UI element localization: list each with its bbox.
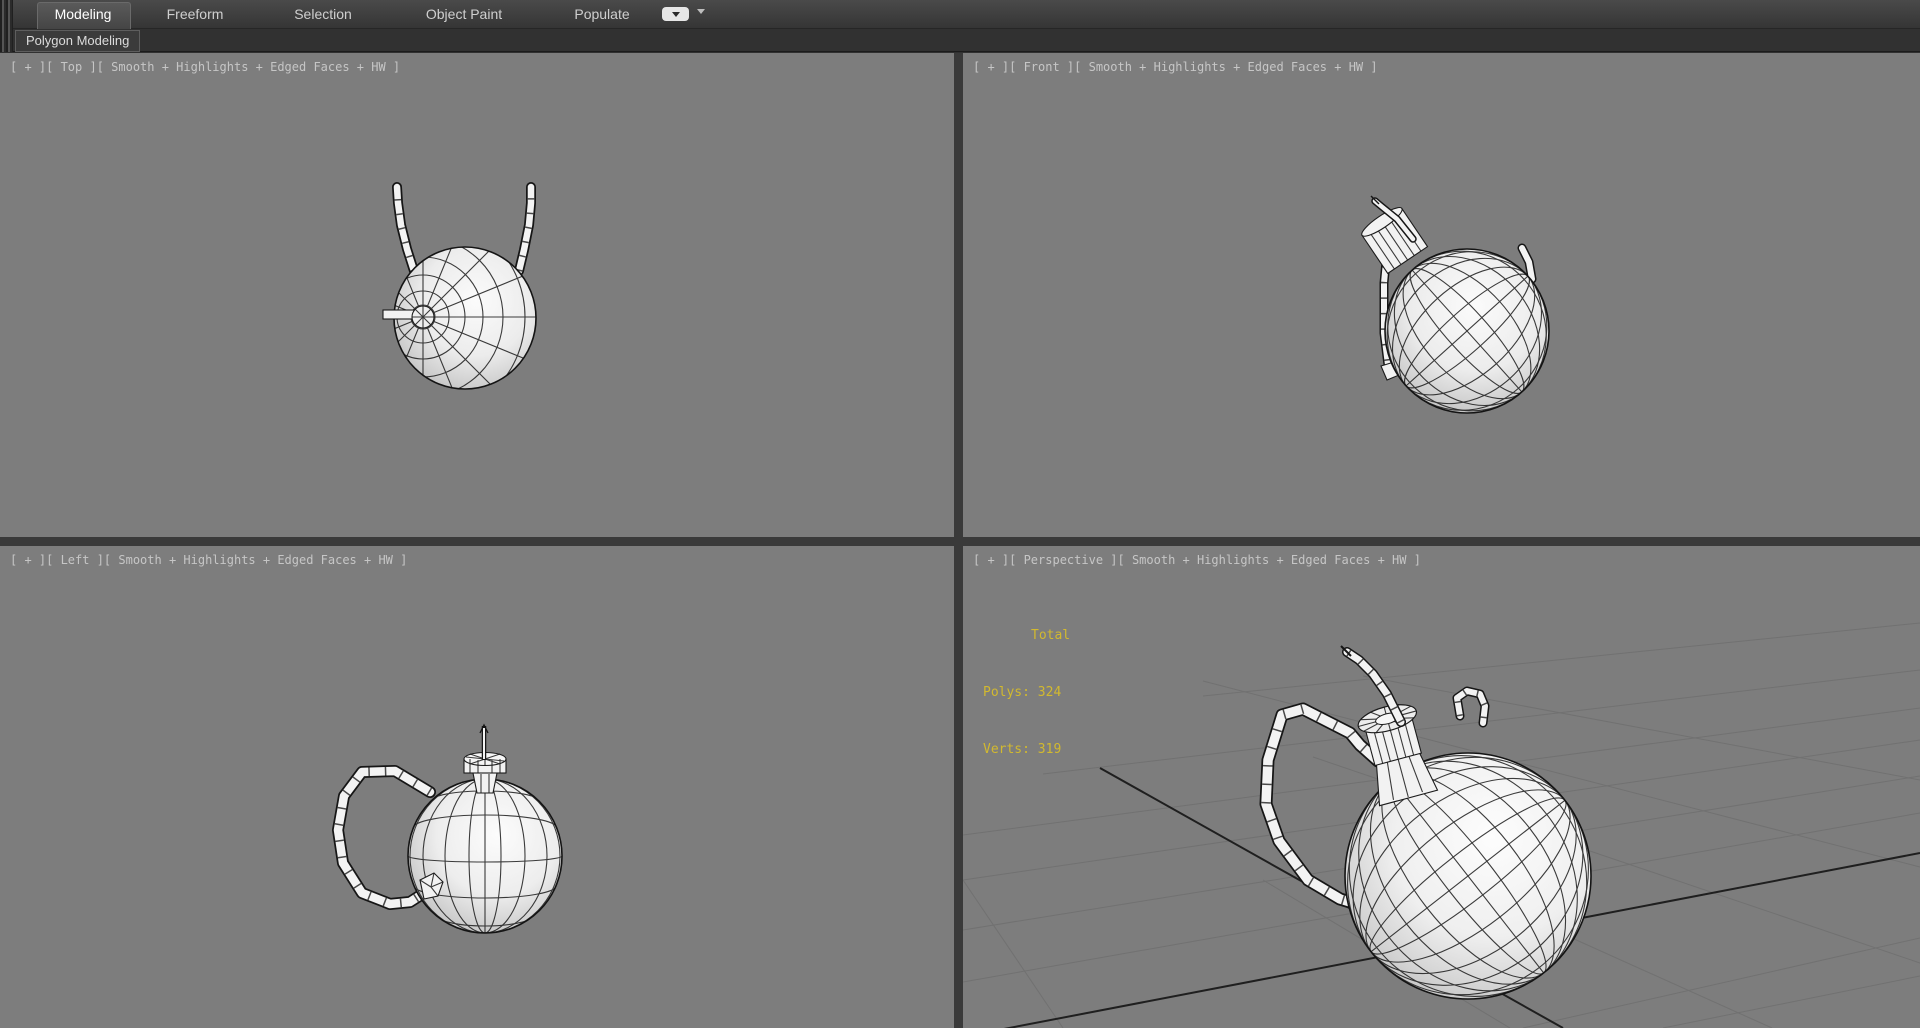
tab-selection[interactable]: Selection — [294, 0, 352, 28]
stats-header: Total — [1031, 628, 1071, 643]
viewport-menu-general[interactable]: [ + ] — [10, 553, 46, 567]
viewport-perspective[interactable]: [ + ][ Perspective ][ Smooth + Highlight… — [963, 546, 1920, 1028]
viewport-label: [ + ][ Top ][ Smooth + Highlights + Edge… — [10, 60, 400, 74]
viewport-menu-pov[interactable]: [ Top ] — [46, 60, 97, 74]
viewport-menu-general[interactable]: [ + ] — [973, 553, 1009, 567]
handle-bracket — [1452, 686, 1490, 728]
teapot-model-left-view[interactable] — [0, 546, 954, 1028]
stats-polys-value: 324 — [1037, 685, 1062, 700]
tab-populate[interactable]: Populate — [574, 0, 629, 28]
application-window: Modeling Freeform Selection Object Paint… — [0, 0, 1920, 1028]
viewport-label: [ + ][ Perspective ][ Smooth + Highlight… — [973, 553, 1421, 567]
minimize-ribbon-icon[interactable] — [662, 7, 689, 21]
viewport-menu-shading[interactable]: [ Smooth + Highlights + Edged Faces + HW… — [104, 553, 407, 567]
teapot-model-top-view[interactable] — [0, 53, 954, 537]
viewport-menu-shading[interactable]: [ Smooth + Highlights + Edged Faces + HW… — [97, 60, 400, 74]
viewport-front[interactable]: [ + ][ Front ][ Smooth + Highlights + Ed… — [963, 53, 1920, 537]
ribbon-tab-row: Modeling Freeform Selection Object Paint… — [0, 0, 1920, 29]
viewport-menu-pov[interactable]: [ Perspective ] — [1009, 553, 1117, 567]
stats-polys-label: Polys: — [983, 685, 1030, 700]
ribbon: Modeling Freeform Selection Object Paint… — [0, 0, 1920, 53]
panel-tab-polygon-modeling[interactable]: Polygon Modeling — [15, 30, 141, 52]
tab-modeling[interactable]: Modeling — [55, 0, 112, 28]
tab-freeform[interactable]: Freeform — [167, 0, 224, 28]
viewport-menu-pov[interactable]: [ Left ] — [46, 553, 104, 567]
viewport-top[interactable]: [ + ][ Top ][ Smooth + Highlights + Edge… — [0, 53, 954, 537]
stats-verts-label: Verts: — [983, 742, 1030, 757]
ribbon-panel-row: Polygon Modeling — [0, 29, 1920, 52]
viewport-left[interactable]: [ + ][ Left ][ Smooth + Highlights + Edg… — [0, 546, 954, 1028]
viewport-label: [ + ][ Left ][ Smooth + Highlights + Edg… — [10, 553, 407, 567]
viewport-menu-pov[interactable]: [ Front ] — [1009, 60, 1074, 74]
polygon-statistics: Total Polys: 324 Verts: 319 — [983, 588, 1070, 797]
teapot-model-front-view[interactable] — [963, 53, 1920, 537]
teapot-model-perspective-view[interactable] — [963, 546, 1920, 1028]
dropdown-caret-icon[interactable] — [697, 9, 705, 14]
viewport-menu-general[interactable]: [ + ] — [10, 60, 46, 74]
stats-verts-value: 319 — [1037, 742, 1062, 757]
tab-object-paint[interactable]: Object Paint — [426, 0, 502, 28]
viewport-menu-shading[interactable]: [ Smooth + Highlights + Edged Faces + HW… — [1074, 60, 1377, 74]
viewport-menu-shading[interactable]: [ Smooth + Highlights + Edged Faces + HW… — [1118, 553, 1421, 567]
viewport-divider-horizontal[interactable] — [0, 537, 1920, 546]
ribbon-drag-handle-icon[interactable] — [0, 0, 13, 52]
viewport-label: [ + ][ Front ][ Smooth + Highlights + Ed… — [973, 60, 1378, 74]
spout — [1340, 645, 1406, 727]
viewport-menu-general[interactable]: [ + ] — [973, 60, 1009, 74]
